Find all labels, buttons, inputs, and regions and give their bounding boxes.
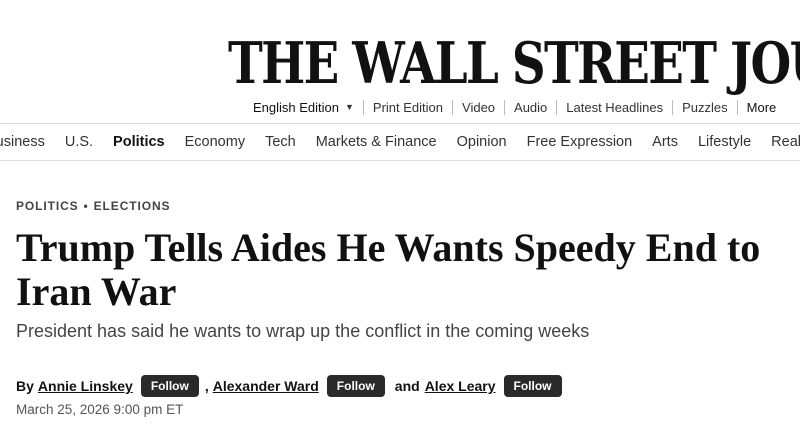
follow-button-annie-linskey[interactable]: Follow	[140, 375, 199, 397]
latest-headlines-link[interactable]: Latest Headlines	[566, 100, 663, 115]
divider	[452, 99, 454, 115]
article-flashline: POLITICS • ELECTIONS	[16, 199, 170, 213]
section-nav: Business U.S. Politics Economy Tech Mark…	[0, 123, 800, 161]
article-headline: Trump Tells Aides He Wants Speedy End to…	[16, 225, 761, 314]
edition-selector[interactable]: English Edition ▼	[253, 100, 354, 115]
article-dek: President has said he wants to wrap up t…	[16, 321, 590, 341]
byline-prefix: By	[16, 378, 34, 394]
section-real-estate[interactable]: Real Estate	[771, 134, 800, 150]
section-business[interactable]: Business	[0, 134, 45, 150]
section-arts[interactable]: Arts	[652, 134, 678, 150]
section-free-expression[interactable]: Free Expression	[527, 134, 633, 150]
section-opinion[interactable]: Opinion	[457, 134, 507, 150]
caret-down-icon: ▼	[345, 102, 354, 112]
divider	[556, 99, 558, 115]
author-link-alexander-ward[interactable]: Alexander Ward	[213, 378, 319, 394]
divider	[504, 99, 506, 115]
byline-and: and	[394, 378, 420, 394]
print-edition-link[interactable]: Print Edition	[373, 100, 443, 115]
article-timestamp: March 25, 2026 9:00 pm ET	[16, 402, 184, 417]
divider	[362, 99, 364, 115]
flashline-section-link[interactable]: POLITICS	[16, 199, 79, 213]
section-politics[interactable]: Politics	[113, 134, 165, 150]
puzzles-link[interactable]: Puzzles	[682, 100, 728, 115]
more-link[interactable]: More	[747, 100, 777, 115]
author-link-annie-linskey[interactable]: Annie Linskey	[38, 378, 133, 394]
byline-comma: ,	[204, 378, 209, 394]
divider	[672, 99, 674, 115]
section-tech[interactable]: Tech	[265, 134, 296, 150]
section-lifestyle[interactable]: Lifestyle	[698, 134, 751, 150]
utility-nav: English Edition ▼ Print Edition Video Au…	[253, 97, 776, 117]
wsj-masthead-logo[interactable]: THE WALL STREET JOURNAL	[228, 32, 800, 96]
article-page: THE WALL STREET JOURNAL English Edition …	[0, 0, 800, 448]
section-economy[interactable]: Economy	[185, 134, 245, 150]
video-link[interactable]: Video	[462, 100, 495, 115]
audio-link[interactable]: Audio	[514, 100, 547, 115]
edition-label: English Edition	[253, 99, 339, 115]
author-link-alex-leary[interactable]: Alex Leary	[425, 378, 496, 394]
section-markets-finance[interactable]: Markets & Finance	[316, 134, 437, 150]
article-byline: By Annie Linskey Follow , Alexander Ward…	[16, 375, 568, 397]
section-us[interactable]: U.S.	[65, 134, 93, 150]
follow-button-alexander-ward[interactable]: Follow	[326, 375, 385, 397]
flashline-separator: •	[83, 199, 89, 213]
follow-button-alex-leary[interactable]: Follow	[503, 375, 562, 397]
flashline-subsection-link[interactable]: ELECTIONS	[94, 199, 171, 213]
divider	[736, 99, 738, 115]
